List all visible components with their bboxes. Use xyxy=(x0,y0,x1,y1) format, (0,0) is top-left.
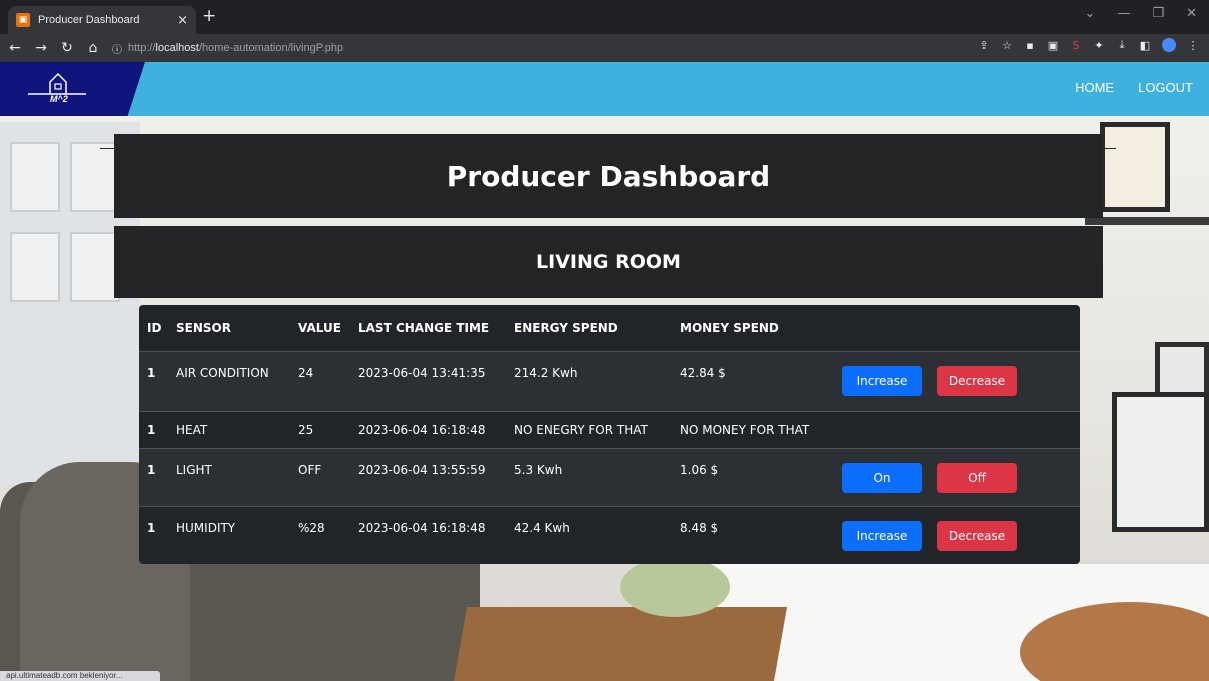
brand-logo[interactable]: M^2 xyxy=(0,62,145,116)
toolbar-icons: ⇪ ☆ ▪ ▣ S ✦ ⤓ ◧ ⋮ xyxy=(978,38,1199,52)
back-icon[interactable]: ← xyxy=(4,40,26,56)
table-row: 1 AIR CONDITION 24 2023-06-04 13:41:35 2… xyxy=(139,351,1080,411)
url-host: localhost xyxy=(155,42,199,54)
page-title: Producer Dashboard xyxy=(114,134,1103,218)
header-energy-spend: ENERGY SPEND xyxy=(514,320,618,335)
cell-energy: 214.2 Kwh xyxy=(514,365,578,380)
header-last-change-time: LAST CHANGE TIME xyxy=(358,320,490,335)
cell-money: NO MONEY FOR THAT xyxy=(680,422,810,437)
home-icon[interactable]: ⌂ xyxy=(82,40,104,56)
cell-id: 1 xyxy=(147,422,156,437)
window-controls: ⌄ — ❐ ✕ xyxy=(1085,6,1197,21)
cell-id: 1 xyxy=(147,365,156,380)
table-row: 1 LIGHT OFF 2023-06-04 13:55:59 5.3 Kwh … xyxy=(139,448,1080,506)
cell-actions: On Off xyxy=(842,448,1080,506)
url-prefix: http:// xyxy=(128,42,156,54)
restore-icon[interactable]: ❐ xyxy=(1152,6,1164,21)
info-icon[interactable]: ⓘ xyxy=(112,41,122,56)
cell-time: 2023-06-04 16:18:48 xyxy=(358,422,486,437)
background-table xyxy=(452,607,788,681)
cell-time: 2023-06-04 16:18:48 xyxy=(358,520,486,535)
cell-money: 1.06 $ xyxy=(680,462,719,477)
browser-tab-bar: ▣ Producer Dashboard × + ⌄ — ❐ ✕ xyxy=(0,0,1209,34)
cell-money: 42.84 $ xyxy=(680,365,726,380)
cell-value: 25 xyxy=(298,422,314,437)
url-path: /home-automation/livingP.php xyxy=(198,42,344,54)
site-navbar: M^2 HOME LOGOUT xyxy=(0,62,1209,116)
cell-time: 2023-06-04 13:41:35 xyxy=(358,365,486,380)
forward-icon[interactable]: → xyxy=(30,40,52,56)
cell-sensor: LIGHT xyxy=(176,462,212,477)
decrease-button[interactable]: Decrease xyxy=(937,520,1017,551)
cell-money: 8.48 $ xyxy=(680,520,719,535)
off-button[interactable]: Off xyxy=(937,462,1017,493)
table-row: 1 HEAT 25 2023-06-04 16:18:48 NO ENEGRY … xyxy=(139,411,1080,448)
bookmark-star-icon[interactable]: ☆ xyxy=(1001,39,1013,52)
increase-button[interactable]: Increase xyxy=(842,520,922,551)
s-extension-icon[interactable]: S xyxy=(1070,39,1082,52)
url-field[interactable]: ⓘ http://localhost/home-automation/livin… xyxy=(112,37,1012,59)
tab-title: Producer Dashboard xyxy=(38,14,140,26)
cell-value: OFF xyxy=(298,462,322,477)
nav-links: HOME LOGOUT xyxy=(1075,80,1193,95)
cell-sensor: HUMIDITY xyxy=(176,520,236,535)
cell-value: %28 xyxy=(298,520,325,535)
cell-actions: Increase Decrease xyxy=(842,506,1080,564)
menu-icon[interactable]: ⋮ xyxy=(1187,39,1199,52)
cell-id: 1 xyxy=(147,520,156,535)
tab-search-icon[interactable]: ⌄ xyxy=(1085,6,1096,21)
extension-icon[interactable]: ▪ xyxy=(1024,39,1036,52)
header-money-spend: MONEY SPEND xyxy=(680,320,779,335)
puzzle-icon[interactable]: ✦ xyxy=(1093,39,1105,52)
table-header-row: ID SENSOR VALUE LAST CHANGE TIME ENERGY … xyxy=(139,305,1080,351)
cell-energy: 42.4 Kwh xyxy=(514,520,570,535)
cell-sensor: HEAT xyxy=(176,422,208,437)
cell-actions: Increase Decrease xyxy=(842,351,1080,411)
share-icon[interactable]: ⇪ xyxy=(978,39,990,52)
on-button[interactable]: On xyxy=(842,462,922,493)
browser-tab[interactable]: ▣ Producer Dashboard × xyxy=(8,6,196,34)
reload-icon[interactable]: ↻ xyxy=(56,40,78,56)
nav-home-link[interactable]: HOME xyxy=(1075,80,1114,95)
nav-logout-link[interactable]: LOGOUT xyxy=(1138,80,1193,95)
increase-button[interactable]: Increase xyxy=(842,365,922,396)
download-icon[interactable]: ⤓ xyxy=(1116,38,1128,51)
sensor-table: ID SENSOR VALUE LAST CHANGE TIME ENERGY … xyxy=(139,305,1080,564)
cell-id: 1 xyxy=(147,462,156,477)
cell-time: 2023-06-04 13:55:59 xyxy=(358,462,486,477)
xampp-favicon-icon: ▣ xyxy=(16,13,30,27)
table-row: 1 HUMIDITY %28 2023-06-04 16:18:48 42.4 … xyxy=(139,506,1080,564)
sidepanel-icon[interactable]: ◧ xyxy=(1139,39,1151,52)
header-id: ID xyxy=(147,320,162,335)
cell-energy: 5.3 Kwh xyxy=(514,462,563,477)
background-frame xyxy=(1100,122,1170,212)
profile-avatar[interactable] xyxy=(1162,38,1176,52)
address-bar: ← → ↻ ⌂ ⓘ http://localhost/home-automati… xyxy=(0,34,1209,62)
header-actions xyxy=(842,305,1080,351)
cell-sensor: AIR CONDITION xyxy=(176,365,269,380)
background-shelf xyxy=(1085,217,1209,225)
header-sensor: SENSOR xyxy=(176,320,231,335)
cell-value: 24 xyxy=(298,365,314,380)
cell-actions xyxy=(842,411,1080,448)
close-tab-icon[interactable]: × xyxy=(177,13,188,28)
background-frame xyxy=(1112,392,1209,532)
room-title: LIVING ROOM xyxy=(114,226,1103,298)
cell-energy: NO ENEGRY FOR THAT xyxy=(514,422,648,437)
page-viewport: M^2 HOME LOGOUT Producer Dashboard LIVIN… xyxy=(0,62,1209,681)
new-tab-icon[interactable]: + xyxy=(202,6,216,26)
screen-icon[interactable]: ▣ xyxy=(1047,39,1059,52)
header-value: VALUE xyxy=(298,320,341,335)
status-bar: api.ultimateadb.com bekleniyor... xyxy=(0,671,160,681)
brand-text: M^2 xyxy=(50,94,68,104)
background-plant xyxy=(620,557,730,617)
decrease-button[interactable]: Decrease xyxy=(937,365,1017,396)
close-window-icon[interactable]: ✕ xyxy=(1186,6,1197,21)
minimize-icon[interactable]: — xyxy=(1117,6,1130,21)
